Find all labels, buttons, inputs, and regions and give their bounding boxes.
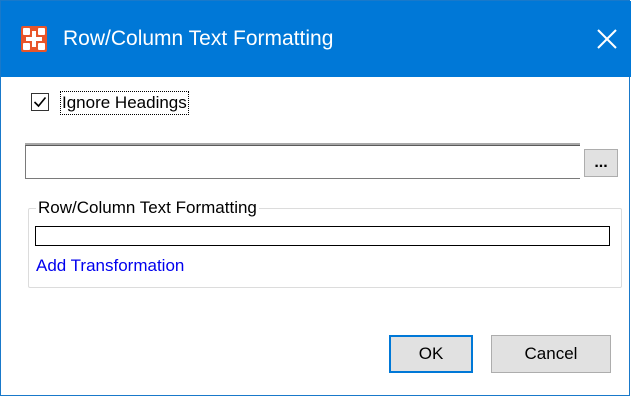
ok-button[interactable]: OK <box>389 335 473 373</box>
close-icon <box>597 29 617 49</box>
path-input[interactable] <box>25 145 580 179</box>
checkmark-icon <box>33 96 47 108</box>
browse-button[interactable]: ... <box>584 149 618 177</box>
add-transformation-link[interactable]: Add Transformation <box>36 255 184 277</box>
close-button[interactable] <box>587 19 627 59</box>
transformation-list[interactable] <box>35 226 610 246</box>
ignore-headings-checkbox[interactable] <box>31 93 49 111</box>
ignore-headings-label[interactable]: Ignore Headings <box>60 91 189 115</box>
app-logo-icon <box>21 26 47 52</box>
group-legend: Row/Column Text Formatting <box>36 197 259 219</box>
title-bar: Row/Column Text Formatting <box>1 1 631 77</box>
cancel-button[interactable]: Cancel <box>491 335 611 373</box>
window-title: Row/Column Text Formatting <box>63 27 334 50</box>
